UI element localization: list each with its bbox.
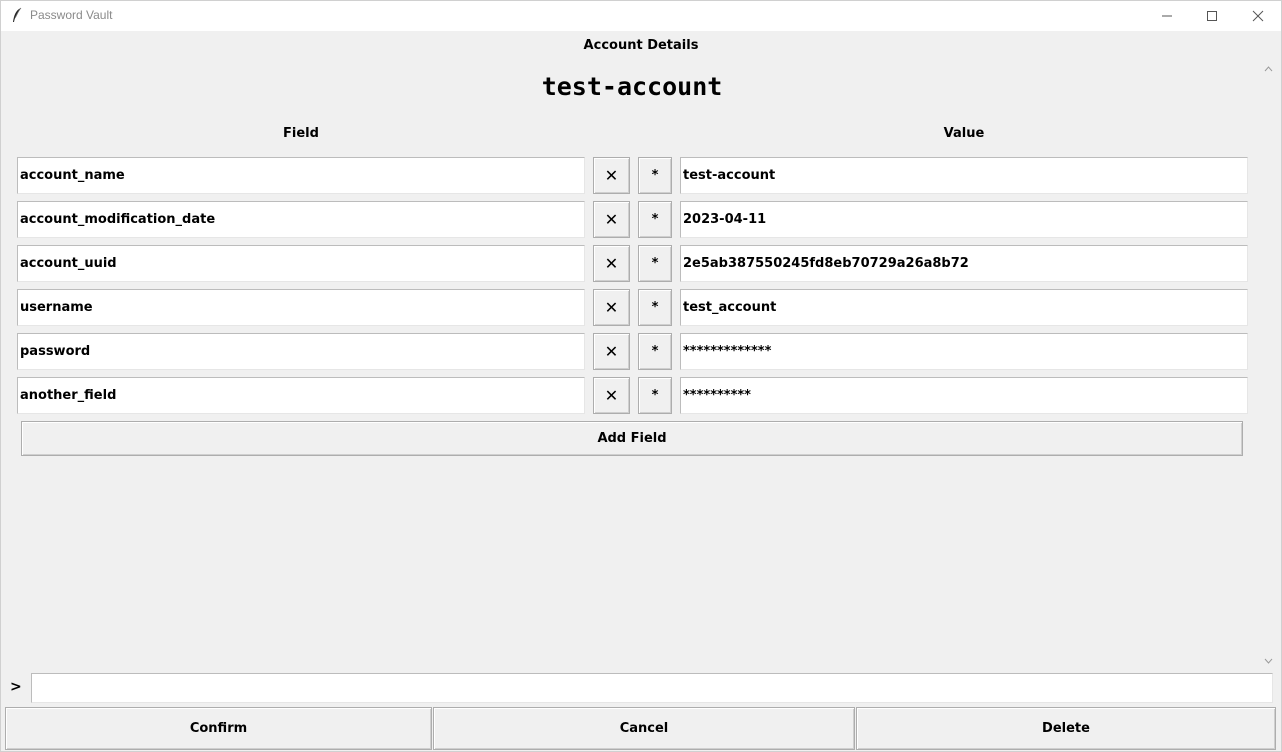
field-value-input[interactable]: 2023-04-11 <box>680 201 1248 238</box>
delete-field-button[interactable]: ✕ <box>593 333 630 370</box>
delete-button[interactable]: Delete <box>856 707 1276 750</box>
field-column-header: Field <box>283 126 319 141</box>
cancel-button[interactable]: Cancel <box>433 707 855 750</box>
close-icon <box>1252 10 1264 21</box>
close-button[interactable] <box>1235 0 1281 31</box>
minimize-button[interactable] <box>1144 0 1190 31</box>
title-bar <box>0 0 1282 31</box>
field-value-input[interactable]: test-account <box>680 157 1248 194</box>
mask-toggle-button[interactable]: * <box>638 377 672 414</box>
field-name-input[interactable]: password <box>17 333 585 370</box>
account-heading: test-account <box>541 72 723 101</box>
delete-field-button[interactable]: ✕ <box>593 377 630 414</box>
field-value-input[interactable]: 2e5ab387550245fd8eb70729a26a8b72 <box>680 245 1248 282</box>
value-column-header: Value <box>943 126 985 141</box>
delete-field-button[interactable]: ✕ <box>593 157 630 194</box>
window-title: Password Vault <box>30 8 113 22</box>
command-input[interactable] <box>31 673 1273 703</box>
field-name-input[interactable]: username <box>17 289 585 326</box>
field-name-input[interactable]: account_uuid <box>17 245 585 282</box>
mask-toggle-button[interactable]: * <box>638 333 672 370</box>
maximize-button[interactable] <box>1189 0 1235 31</box>
delete-field-button[interactable]: ✕ <box>593 289 630 326</box>
field-value-input[interactable]: test_account <box>680 289 1248 326</box>
scroll-down-icon[interactable] <box>1261 654 1275 668</box>
mask-toggle-button[interactable]: * <box>638 245 672 282</box>
feather-icon <box>12 7 22 23</box>
minimize-icon <box>1162 15 1172 16</box>
confirm-button[interactable]: Confirm <box>5 707 432 750</box>
mask-toggle-button[interactable]: * <box>638 201 672 238</box>
field-name-input[interactable]: account_name <box>17 157 585 194</box>
mask-toggle-button[interactable]: * <box>638 157 672 194</box>
field-value-input[interactable]: ********** <box>680 377 1248 414</box>
delete-field-button[interactable]: ✕ <box>593 201 630 238</box>
prompt-chevron-icon: > <box>10 679 22 695</box>
delete-field-button[interactable]: ✕ <box>593 245 630 282</box>
add-field-button[interactable]: Add Field <box>21 421 1243 456</box>
field-name-input[interactable]: account_modification_date <box>17 201 585 238</box>
section-title: Account Details <box>583 38 699 53</box>
scroll-up-icon[interactable] <box>1261 62 1275 76</box>
maximize-icon <box>1207 10 1217 21</box>
mask-toggle-button[interactable]: * <box>638 289 672 326</box>
field-name-input[interactable]: another_field <box>17 377 585 414</box>
field-value-input[interactable]: ************* <box>680 333 1248 370</box>
vertical-scrollbar[interactable] <box>1261 62 1275 668</box>
